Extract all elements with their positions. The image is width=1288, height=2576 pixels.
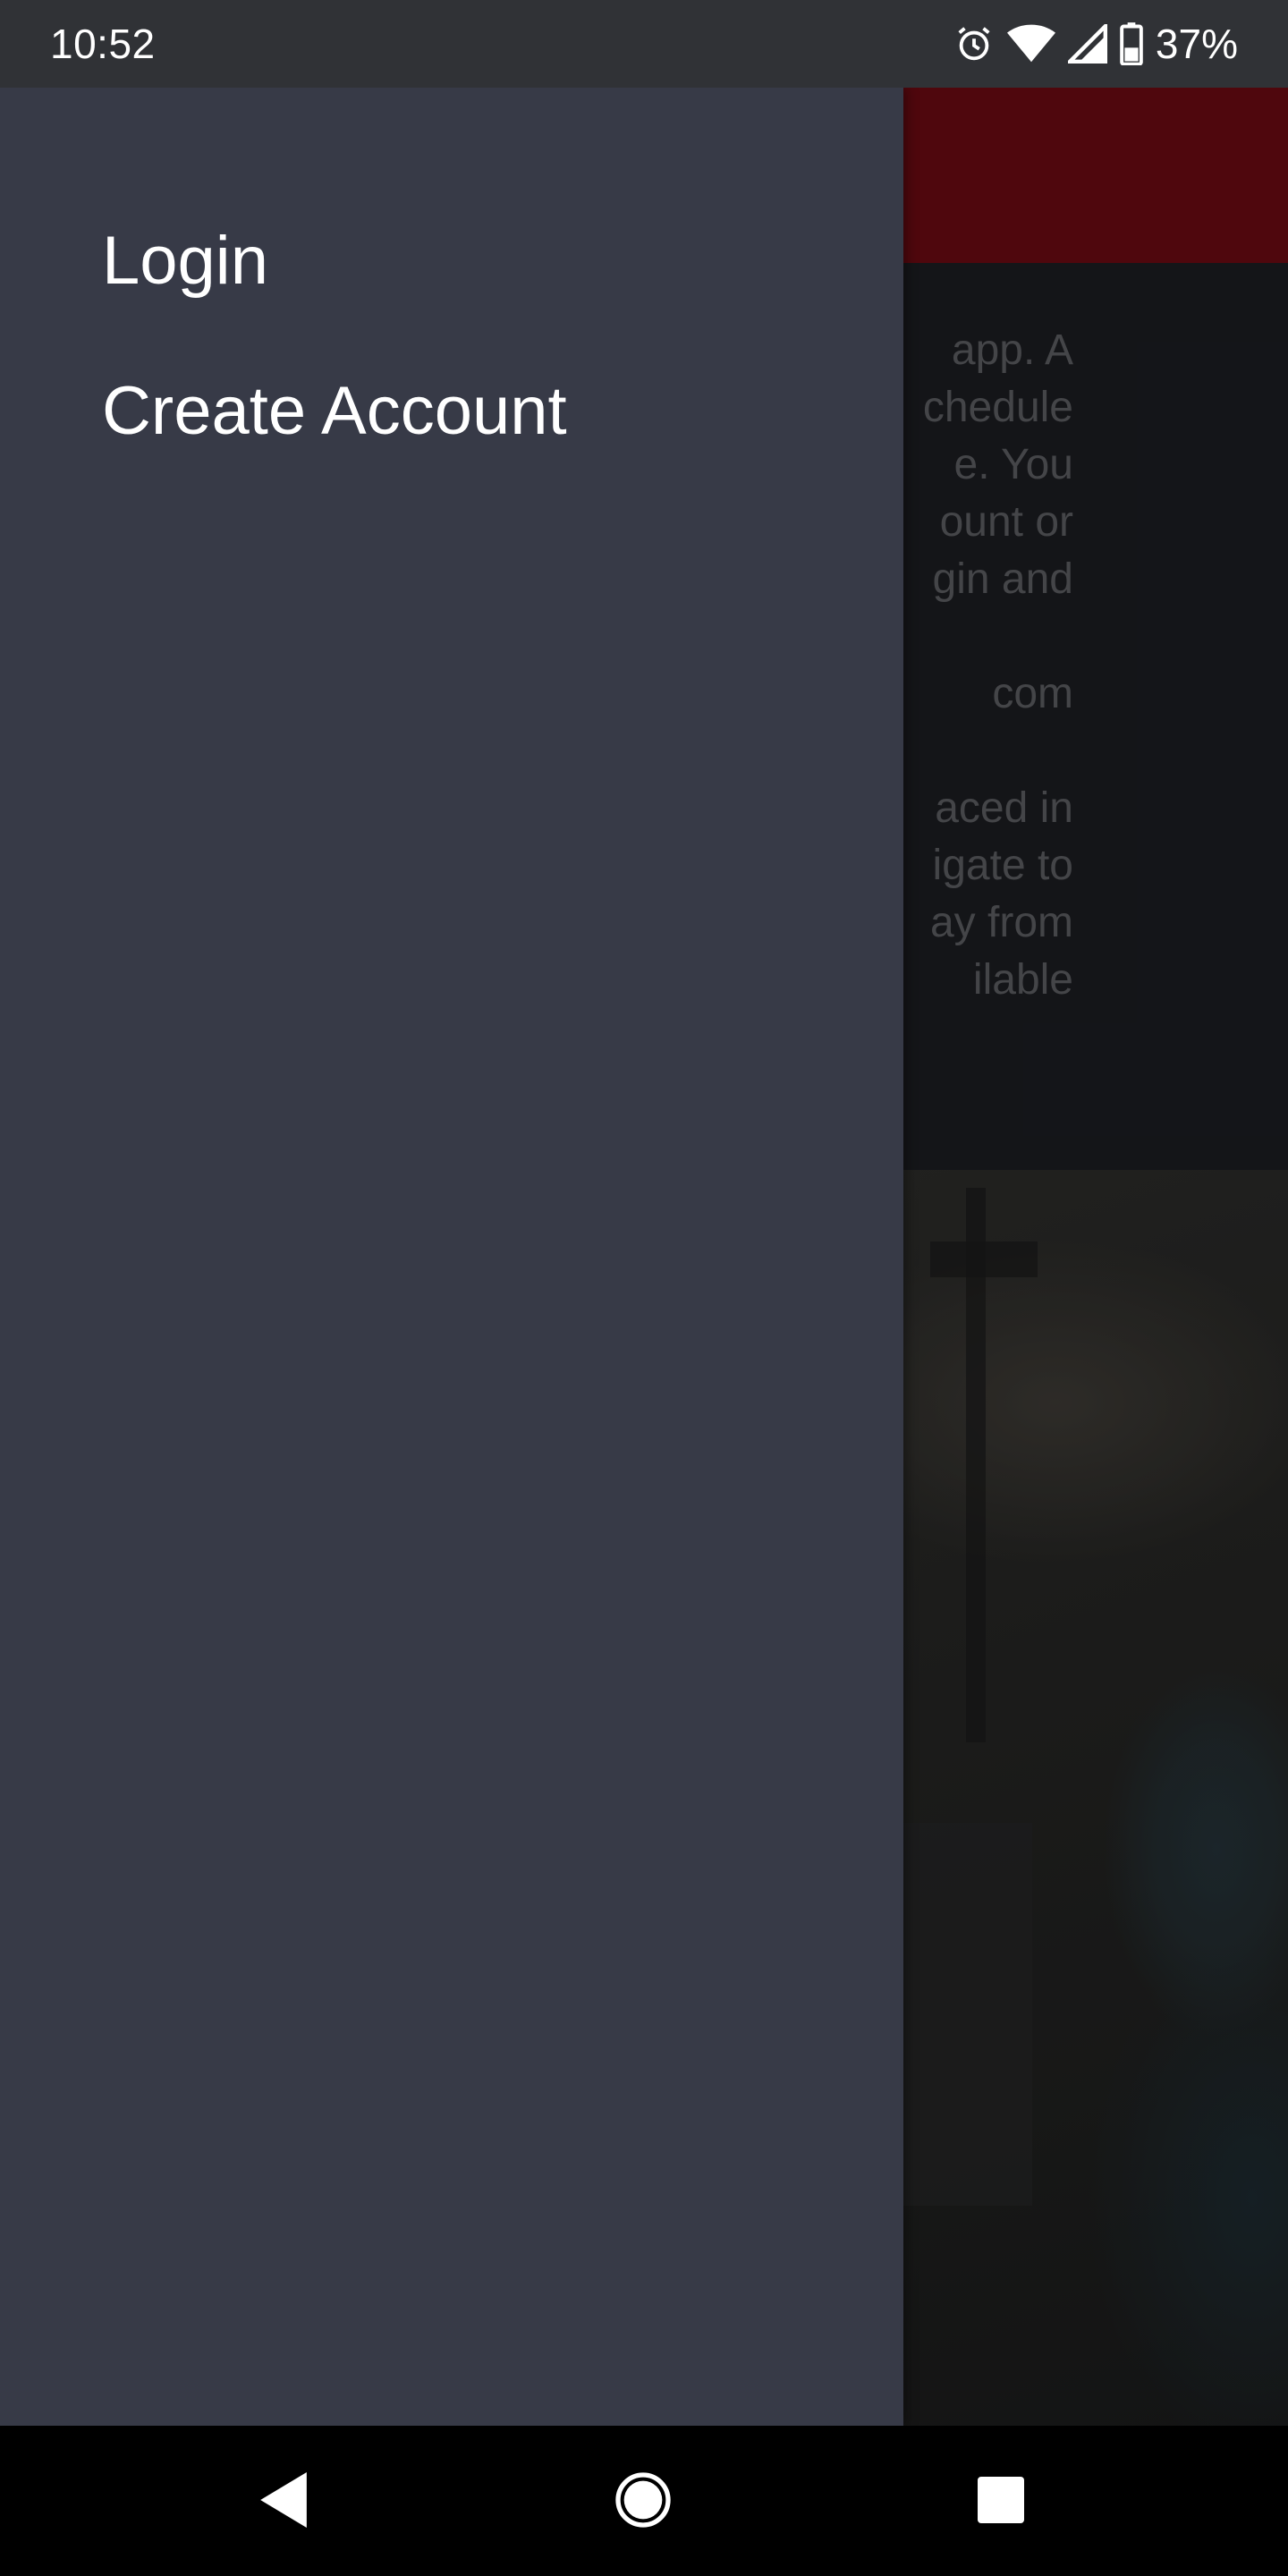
recents-icon <box>978 2476 1024 2528</box>
battery-icon <box>1120 22 1143 65</box>
back-button[interactable] <box>252 2470 315 2533</box>
status-bar: 10:52 37% <box>0 0 1288 88</box>
drawer-item-create-account[interactable]: Create Account <box>102 372 567 450</box>
home-icon <box>614 2471 672 2533</box>
status-time: 10:52 <box>50 21 156 67</box>
drawer-item-login[interactable]: Login <box>102 222 268 300</box>
app-screen: 10:52 37% app. A chedule e. You ount or … <box>0 0 1288 2576</box>
battery-percentage: 37% <box>1155 21 1238 67</box>
back-icon <box>259 2471 308 2532</box>
recents-button[interactable] <box>970 2470 1032 2533</box>
cell-signal-icon <box>1067 24 1107 64</box>
home-button[interactable] <box>612 2470 674 2533</box>
alarm-icon <box>953 23 995 64</box>
system-nav-bar <box>0 2426 1288 2576</box>
navigation-drawer: Login Create Account <box>0 88 903 2426</box>
wifi-icon <box>1006 23 1055 64</box>
status-icons: 37% <box>953 20 1238 68</box>
